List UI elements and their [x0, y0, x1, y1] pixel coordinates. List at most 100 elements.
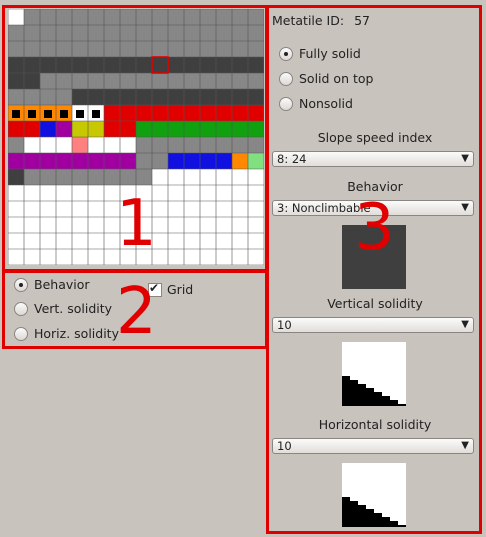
metatile-cell[interactable] [232, 153, 248, 169]
metatile-cell[interactable] [104, 121, 120, 137]
metatile-cell[interactable] [24, 25, 40, 41]
metatile-cell[interactable] [168, 41, 184, 57]
metatile-cell[interactable] [216, 41, 232, 57]
metatile-cell[interactable] [8, 201, 24, 217]
metatile-cell[interactable] [152, 73, 168, 89]
metatile-cell[interactable] [168, 25, 184, 41]
metatile-cell[interactable] [200, 233, 216, 249]
metatile-cell[interactable] [184, 137, 200, 153]
metatile-cell[interactable] [232, 249, 248, 265]
metatile-cell[interactable] [232, 169, 248, 185]
metatile-cell[interactable] [200, 105, 216, 121]
metatile-cell[interactable] [8, 57, 24, 73]
metatile-cell[interactable] [40, 41, 56, 57]
metatile-cell[interactable] [8, 89, 24, 105]
metatile-cell[interactable] [216, 57, 232, 73]
fully-solid-radio[interactable]: Fully solid [279, 46, 361, 61]
metatile-cell[interactable] [232, 233, 248, 249]
metatile-cell[interactable] [184, 233, 200, 249]
metatile-cell[interactable] [248, 89, 264, 105]
metatile-cell[interactable] [232, 137, 248, 153]
metatile-cell[interactable] [56, 25, 72, 41]
metatile-cell[interactable] [88, 121, 104, 137]
metatile-cell[interactable] [184, 9, 200, 25]
metatile-cell[interactable] [152, 137, 168, 153]
metatile-cell[interactable] [88, 233, 104, 249]
metatile-cell[interactable] [24, 121, 40, 137]
metatile-cell[interactable] [232, 121, 248, 137]
metatile-cell[interactable] [88, 249, 104, 265]
metatile-cell[interactable] [40, 217, 56, 233]
metatile-cell[interactable] [248, 249, 264, 265]
metatile-cell[interactable] [40, 9, 56, 25]
metatile-cell[interactable] [136, 121, 152, 137]
metatile-cell[interactable] [88, 9, 104, 25]
metatile-cell[interactable] [120, 169, 136, 185]
metatile-cell[interactable] [40, 233, 56, 249]
metatile-cell[interactable] [88, 73, 104, 89]
metatile-cell[interactable] [24, 233, 40, 249]
metatile-cell[interactable] [184, 153, 200, 169]
metatile-cell[interactable] [40, 89, 56, 105]
metatile-cell[interactable] [248, 201, 264, 217]
slope-speed-select[interactable]: 8: 24 ▼ [272, 151, 474, 167]
metatile-cell[interactable] [40, 185, 56, 201]
metatile-cell[interactable] [8, 217, 24, 233]
metatile-cell[interactable] [248, 153, 264, 169]
metatile-cell[interactable] [24, 249, 40, 265]
metatile-cell[interactable] [184, 105, 200, 121]
metatile-cell[interactable] [104, 169, 120, 185]
metatile-cell[interactable] [24, 169, 40, 185]
metatile-cell[interactable] [216, 9, 232, 25]
metatile-cell[interactable] [232, 41, 248, 57]
metatile-cell[interactable] [8, 169, 24, 185]
metatile-cell[interactable] [88, 185, 104, 201]
metatile-cell[interactable] [248, 121, 264, 137]
metatile-cell[interactable] [88, 217, 104, 233]
metatile-cell[interactable] [200, 217, 216, 233]
metatile-cell[interactable] [40, 73, 56, 89]
metatile-cell[interactable] [56, 217, 72, 233]
metatile-cell[interactable] [88, 41, 104, 57]
metatile-cell[interactable] [72, 153, 88, 169]
metatile-cell[interactable] [216, 169, 232, 185]
metatile-cell[interactable] [248, 73, 264, 89]
metatile-cell[interactable] [72, 249, 88, 265]
metatile-cell[interactable] [104, 89, 120, 105]
metatile-cell[interactable] [216, 201, 232, 217]
metatile-cell[interactable] [216, 121, 232, 137]
metatile-cell[interactable] [200, 153, 216, 169]
metatile-cell[interactable] [8, 153, 24, 169]
metatile-cell[interactable] [24, 137, 40, 153]
metatile-cell[interactable] [232, 9, 248, 25]
metatile-cell[interactable] [88, 169, 104, 185]
metatile-cell[interactable] [152, 25, 168, 41]
metatile-cell[interactable] [184, 89, 200, 105]
metatile-cell[interactable] [200, 73, 216, 89]
metatile-cell[interactable] [248, 25, 264, 41]
metatile-cell[interactable] [72, 217, 88, 233]
metatile-cell[interactable] [184, 249, 200, 265]
metatile-cell[interactable] [8, 249, 24, 265]
metatile-cell[interactable] [248, 137, 264, 153]
metatile-cell[interactable] [232, 217, 248, 233]
metatile-cell[interactable] [168, 89, 184, 105]
metatile-cell[interactable] [216, 233, 232, 249]
metatile-cell[interactable] [168, 137, 184, 153]
metatile-cell[interactable] [136, 57, 152, 73]
metatile-cell[interactable] [168, 153, 184, 169]
metatile-cell[interactable] [8, 25, 24, 41]
metatile-cell[interactable] [88, 57, 104, 73]
metatile-cell[interactable] [136, 137, 152, 153]
metatile-cell[interactable] [24, 9, 40, 25]
metatile-cell[interactable] [232, 105, 248, 121]
metatile-cell[interactable] [232, 25, 248, 41]
metatile-cell[interactable] [72, 201, 88, 217]
metatile-cell[interactable] [200, 185, 216, 201]
metatile-cell[interactable] [40, 121, 56, 137]
metatile-cell[interactable] [72, 121, 88, 137]
metatile-cell[interactable] [56, 201, 72, 217]
metatile-cell[interactable] [72, 137, 88, 153]
metatile-cell[interactable] [56, 57, 72, 73]
metatile-cell[interactable] [72, 57, 88, 73]
